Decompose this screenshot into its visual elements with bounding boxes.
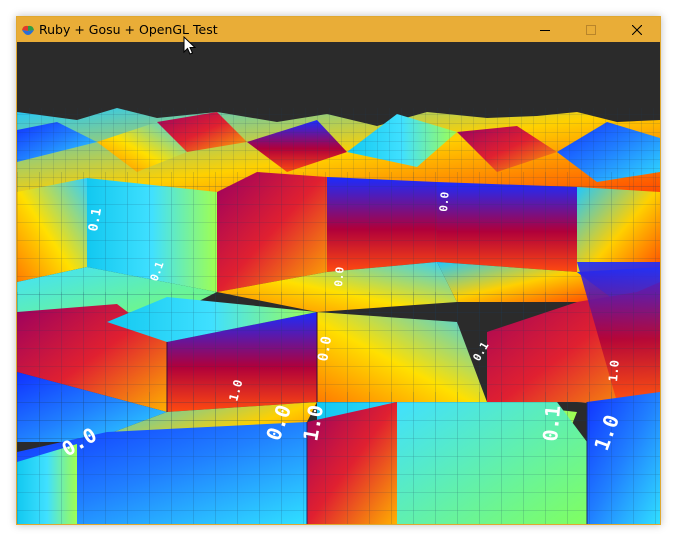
minimize-icon bbox=[540, 29, 550, 31]
app-window: Ruby + Gosu + OpenGL Test 0.0 0.0 1.0 0.… bbox=[16, 16, 661, 525]
minimize-button[interactable] bbox=[522, 17, 568, 42]
title-bar[interactable]: Ruby + Gosu + OpenGL Test bbox=[17, 17, 660, 42]
opengl-viewport[interactable]: 0.0 0.0 1.0 0.1 1.0 0.0 0.1 0.0 1.0 0.1 … bbox=[17, 42, 660, 524]
maximize-button[interactable] bbox=[568, 17, 614, 42]
gosu-app-icon bbox=[17, 17, 39, 42]
window-controls bbox=[522, 17, 660, 42]
window-title: Ruby + Gosu + OpenGL Test bbox=[39, 22, 218, 37]
close-icon bbox=[632, 24, 642, 35]
terrain-label: 0.1 bbox=[538, 404, 565, 442]
terrain-label: 0.0 bbox=[437, 191, 452, 212]
terrain-label: 1.0 bbox=[606, 359, 622, 382]
terrain-render: 0.0 0.0 1.0 0.1 1.0 0.0 0.1 0.0 1.0 0.1 … bbox=[17, 42, 660, 524]
maximize-icon bbox=[586, 24, 596, 35]
mouse-pointer-icon bbox=[183, 36, 197, 55]
terrain-label: 0.0 bbox=[332, 266, 347, 287]
close-button[interactable] bbox=[614, 17, 660, 42]
